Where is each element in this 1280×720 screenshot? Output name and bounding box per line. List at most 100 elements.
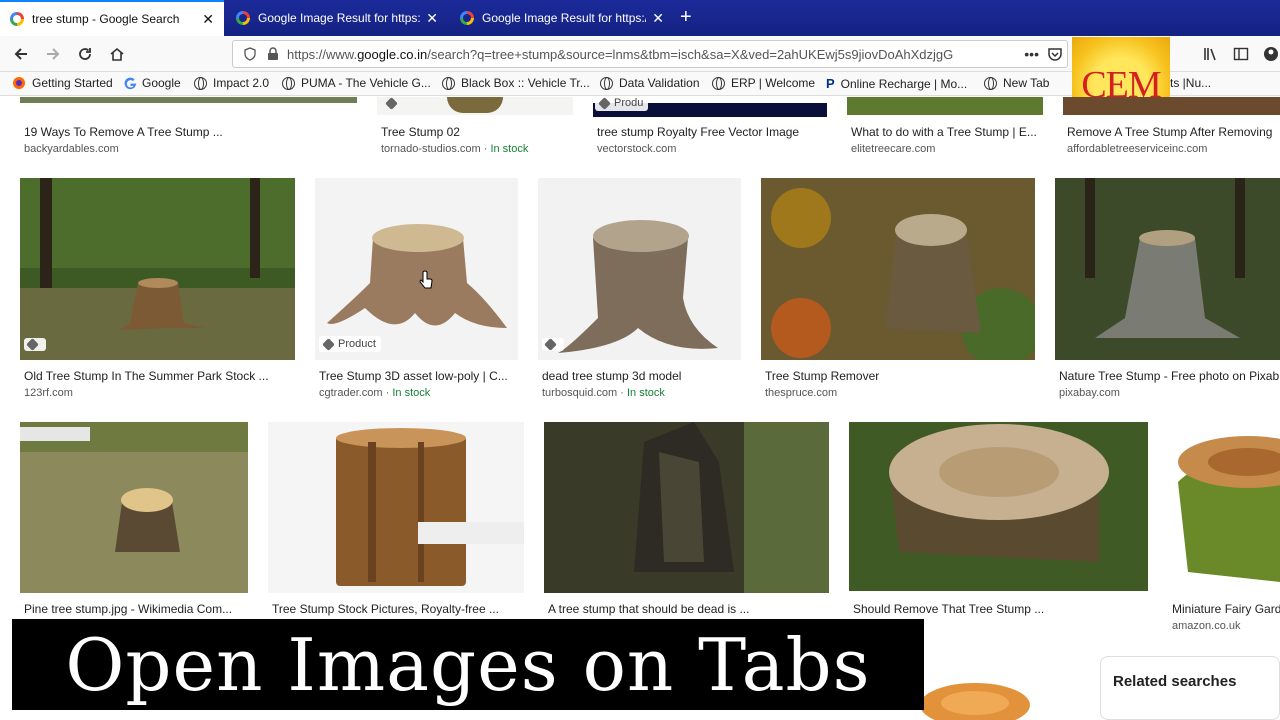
account-icon[interactable]: [1260, 43, 1280, 65]
result-caption[interactable]: Tree Stump 3D asset low-poly | C...: [319, 369, 515, 383]
bookmark-label: ERP | Welcome: [731, 76, 816, 90]
tag-badge: [542, 338, 564, 351]
result-source[interactable]: backyardables.com: [24, 143, 119, 155]
tag-icon: [322, 337, 335, 351]
paytm-icon: P: [826, 76, 835, 91]
library-icon[interactable]: [1200, 43, 1222, 65]
result-caption[interactable]: Nature Tree Stump - Free photo on Pixab: [1059, 369, 1280, 383]
result-image[interactable]: [1055, 178, 1280, 360]
result-caption[interactable]: Old Tree Stump In The Summer Park Stock …: [24, 369, 294, 383]
result-image[interactable]: [538, 178, 741, 360]
result-source[interactable]: pixabay.com: [1059, 387, 1120, 399]
page-actions-icon[interactable]: •••: [1024, 46, 1039, 62]
globe-icon: [712, 76, 725, 90]
result-caption[interactable]: Pine tree stump.jpg - Wikimedia Com...: [24, 602, 246, 616]
hand-cursor-icon: [419, 270, 433, 289]
result-source[interactable]: elitetreecare.com: [851, 143, 935, 155]
bookmark-label: Impact 2.0: [213, 76, 270, 90]
result-caption[interactable]: What to do with a Tree Stump | E...: [851, 125, 1041, 139]
bookmark-getting-started[interactable]: Getting Started: [12, 76, 113, 90]
result-source[interactable]: vectorstock.com: [597, 143, 676, 155]
bookmark-label: PUMA - The Vehicle G...: [301, 76, 431, 90]
related-searches-title: Related searches: [1113, 673, 1237, 690]
tab-label: Google Image Result for https:/: [258, 11, 421, 25]
result-image[interactable]: [20, 178, 295, 360]
tag-icon: [544, 338, 557, 351]
result-image[interactable]: [20, 422, 248, 593]
bookmark-partial[interactable]: ts |Nu...: [1170, 76, 1211, 90]
result-image[interactable]: Product: [315, 178, 518, 360]
product-badge: Produ: [595, 97, 649, 111]
result-image[interactable]: [20, 97, 357, 103]
result-source[interactable]: 123rf.com: [24, 387, 73, 399]
sidebar-icon[interactable]: [1230, 43, 1252, 65]
result-image[interactable]: [268, 422, 524, 593]
url-text[interactable]: https://www.google.co.in/search?q=tree+s…: [287, 47, 1016, 62]
globe-icon: [442, 76, 455, 90]
result-caption[interactable]: Remove A Tree Stump After Removing: [1067, 125, 1280, 139]
bookmark-label: ts |Nu...: [1170, 76, 1212, 90]
new-tab-plus-icon[interactable]: +: [680, 6, 692, 28]
bookmark-label: Black Box :: Vehicle Tr...: [461, 76, 590, 90]
close-icon[interactable]: ✕: [426, 10, 438, 27]
result-image[interactable]: [849, 422, 1148, 591]
bookmark-impact[interactable]: Impact 2.0: [194, 76, 269, 90]
result-image[interactable]: [377, 97, 573, 115]
bookmark-online-recharge[interactable]: P Online Recharge | Mo...: [826, 76, 967, 91]
home-icon[interactable]: [106, 43, 128, 65]
globe-icon: [194, 76, 207, 90]
result-caption[interactable]: tree stump Royalty Free Vector Image: [597, 125, 827, 139]
globe-icon: [984, 76, 997, 90]
related-searches-panel[interactable]: Related searches: [1100, 656, 1280, 720]
forward-arrow-icon[interactable]: [42, 43, 64, 65]
tab-image-result-1[interactable]: Google Image Result for https:/ ✕: [226, 0, 448, 36]
bookmark-new-tab[interactable]: New Tab: [984, 76, 1049, 90]
result-image[interactable]: Produ: [593, 97, 827, 117]
result-source[interactable]: turbosquid.com · In stock: [542, 387, 665, 399]
result-source[interactable]: affordabletreeserviceinc.com: [1067, 143, 1207, 155]
result-source[interactable]: amazon.co.uk: [1172, 620, 1240, 632]
bookmark-label: Data Validation: [619, 76, 700, 90]
close-icon[interactable]: ✕: [202, 11, 214, 28]
reload-icon[interactable]: [74, 43, 96, 65]
bookmark-label: Online Recharge | Mo...: [840, 76, 968, 91]
result-caption[interactable]: Tree Stump 02: [381, 125, 571, 139]
result-image[interactable]: [544, 422, 829, 593]
back-arrow-icon[interactable]: [10, 43, 32, 65]
result-caption[interactable]: dead tree stump 3d model: [542, 369, 738, 383]
result-image[interactable]: [761, 178, 1035, 360]
bookmark-puma[interactable]: PUMA - The Vehicle G...: [282, 76, 431, 90]
lock-icon[interactable]: [267, 47, 279, 61]
result-image[interactable]: [1063, 97, 1280, 115]
globe-icon: [600, 76, 613, 90]
result-caption[interactable]: Miniature Fairy Gard: [1172, 602, 1280, 616]
bookmark-label: Getting Started: [32, 76, 113, 90]
product-badge: Product: [319, 336, 381, 352]
tab-label: tree stump - Google Search: [32, 12, 180, 26]
tag-icon: [26, 338, 39, 351]
bookmark-erp[interactable]: ERP | Welcome: [712, 76, 815, 90]
bookmark-black-box[interactable]: Black Box :: Vehicle Tr...: [442, 76, 590, 90]
bookmark-label: Google: [142, 76, 181, 90]
result-source[interactable]: thespruce.com: [765, 387, 837, 399]
bookmark-data-validation[interactable]: Data Validation: [600, 76, 700, 90]
result-caption[interactable]: Tree Stump Stock Pictures, Royalty-free …: [272, 602, 522, 616]
result-caption[interactable]: Should Remove That Tree Stump ...: [853, 602, 1147, 616]
bookmark-google[interactable]: Google: [124, 76, 181, 90]
result-caption[interactable]: 19 Ways To Remove A Tree Stump ...: [24, 125, 354, 139]
tab-image-result-2[interactable]: Google Image Result for https:/ ✕: [450, 0, 674, 36]
result-source[interactable]: tornado-studios.com · In stock: [381, 143, 528, 155]
result-source[interactable]: cgtrader.com · In stock: [319, 387, 430, 399]
pocket-icon[interactable]: [1047, 46, 1063, 62]
result-caption[interactable]: Tree Stump Remover: [765, 369, 1033, 383]
result-image[interactable]: [847, 97, 1043, 115]
result-image[interactable]: [1168, 422, 1280, 593]
firefox-icon: [13, 77, 25, 89]
google-icon: [124, 77, 137, 89]
address-bar[interactable]: https://www.google.co.in/search?q=tree+s…: [232, 40, 1068, 68]
shield-icon[interactable]: [243, 47, 257, 61]
google-icon: [460, 11, 474, 25]
close-icon[interactable]: ✕: [652, 10, 664, 27]
tab-google-search[interactable]: tree stump - Google Search ✕: [0, 0, 224, 36]
result-caption[interactable]: A tree stump that should be dead is ...: [548, 602, 828, 616]
